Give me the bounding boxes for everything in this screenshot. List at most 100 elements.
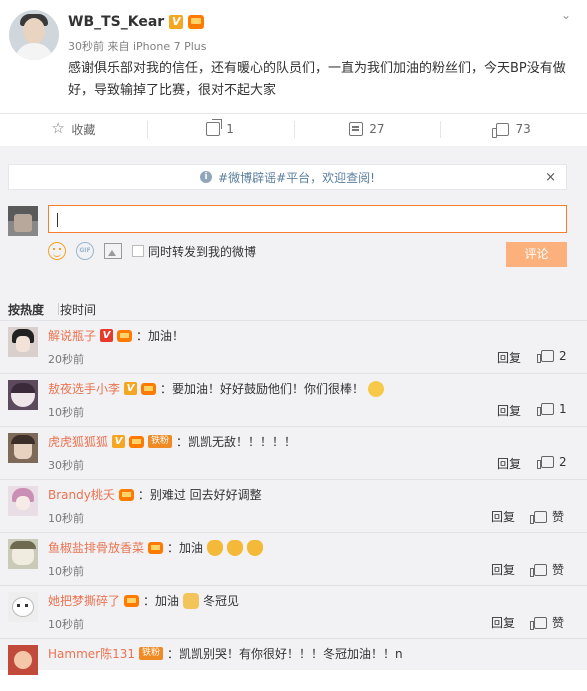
gif-icon[interactable]: GIF [76,242,94,260]
comment-count: 27 [369,122,385,136]
vip-crown-icon [148,541,164,554]
comment-item: 她把梦撕碎了 ：加油 冬冠见 10秒前 回复 赞 [0,585,587,638]
comment-item: 虎虎狐狐狐 V 铁粉 ：凯凯无敌！！！！！ 30秒前 回复 2 [0,426,587,479]
repost-icon [206,122,221,136]
commenter-avatar[interactable] [8,539,38,569]
also-repost-checkbox[interactable] [132,245,144,257]
notice-text[interactable]: #微博辟谣#平台，欢迎查阅! [218,169,375,186]
hug-emoji-icon [368,380,385,397]
cheer-emoji-icon [247,539,264,556]
comment-like-label: 赞 [552,616,565,630]
comment-header: 虎虎狐狐狐 V 铁粉 ：凯凯无敌！！！！！ [48,433,296,450]
thumb-up-icon [537,350,554,363]
star-icon [51,119,65,137]
comment-like-count: 2 [559,455,567,469]
verified-v-icon: V [124,382,138,395]
favorite-label: 收藏 [71,122,96,137]
favorite-button[interactable]: 收藏 [0,114,147,144]
tab-sort-hot[interactable]: 按热度 [8,301,44,318]
comment-text: ：要加油！好好鼓励他们！你们很棒！ [160,382,365,396]
comment-header: 鱼椒盐排骨放香菜 ：加油 [48,539,264,556]
reply-button[interactable]: 回复 [491,561,515,578]
vip-crown-icon [141,382,157,395]
comment-item: Brandy桃夭 ：别难过 回去好好调整 10秒前 回复 赞 [0,479,587,532]
comment-like-label: 赞 [552,563,565,577]
post-action-bar: 收藏 1 27 73 [0,113,587,144]
comment-like-button[interactable]: 赞 [530,614,565,631]
thumb-up-icon [530,616,547,630]
comment-header: 解说瓶子 V ：加油！ [48,327,184,344]
comment-time: 30秒前 [48,459,84,472]
comment-item: 解说瓶子 V ：加油！ 20秒前 回复 2 [0,320,587,373]
comment-item: Hammer陈131 铁粉 ：凯凯别哭！有你很好！！！冬冠加油！！n [0,638,587,691]
comment-time: 10秒前 [48,406,84,419]
vip-crown-icon [118,488,134,501]
reply-button[interactable]: 回复 [491,614,515,631]
comment-button[interactable]: 27 [293,114,441,144]
comment-input[interactable] [48,205,567,233]
repost-button[interactable]: 1 [146,114,294,144]
comment-like-button[interactable]: 赞 [530,508,565,525]
vip-crown-icon [124,594,140,607]
comment-text: ：加油 [167,541,204,555]
comment-like-button[interactable]: 2 [537,349,567,363]
comment-item: 敖夜选手小李 V ：要加油！好好鼓励他们！你们很棒！ 10秒前 回复 1 [0,373,587,426]
commenter-avatar[interactable] [8,433,38,463]
comment-text-tail: 冬冠见 [203,594,240,608]
like-button[interactable]: 73 [440,114,587,144]
vip-crown-icon [117,329,133,342]
vip-crown-icon [129,435,145,448]
commenter-avatar[interactable] [8,592,38,622]
comment-panel: i #微博辟谣#平台，欢迎查阅! × GIF 同时转发到我的微博 评论 按热度 … [0,146,587,675]
tab-sort-time[interactable]: 按时间 [60,301,96,318]
comment-sort-tabs: 按热度 按时间 [8,301,96,318]
close-icon[interactable]: × [545,170,556,185]
commenter-avatar[interactable] [8,380,38,410]
commenter-name[interactable]: 解说瓶子 [48,327,96,344]
comment-like-count: 1 [559,402,567,416]
reply-button[interactable]: 回复 [497,402,521,419]
comment-like-button[interactable]: 2 [537,455,567,469]
post-text: 感谢俱乐部对我的信任，还有暖心的队员们，一直为我们加油的粉丝们，今天BP没有做好… [68,61,566,98]
comment-text: ：凯凯别哭！有你很好！！！冬冠加油！！n [167,647,403,661]
also-repost-label[interactable]: 同时转发到我的微博 [148,243,256,260]
comment-text: ：别难过 回去好好调整 [137,488,262,502]
comment-time: 10秒前 [48,565,84,578]
comment-list: 解说瓶子 V ：加油！ 20秒前 回复 2 敖夜选手小李 V ：要加油！好好鼓励… [0,320,587,691]
commenter-avatar[interactable] [8,327,38,357]
comment-like-count: 2 [559,349,567,363]
commenter-avatar[interactable] [8,645,38,675]
post-meta: 30秒前 来自 iPhone 7 Plus [68,40,207,53]
comment-header: 她把梦撕碎了 ：加油 冬冠见 [48,592,239,609]
comment-like-label: 赞 [552,510,565,524]
comment-icon [349,122,364,136]
commenter-name[interactable]: Brandy桃夭 [48,486,115,503]
comment-like-button[interactable]: 赞 [530,561,565,578]
comment-like-button[interactable]: 1 [537,402,567,416]
reply-button[interactable]: 回复 [491,508,515,525]
commenter-avatar[interactable] [8,486,38,516]
submit-comment-button[interactable]: 评论 [506,242,567,267]
commenter-name[interactable]: 虎虎狐狐狐 [48,433,108,450]
cheer-emoji-icon [227,539,244,556]
reply-button[interactable]: 回复 [497,455,521,472]
reply-button[interactable]: 回复 [497,349,521,366]
comment-toolbar: GIF 同时转发到我的微博 [48,242,256,260]
commenter-name[interactable]: 她把梦撕碎了 [48,592,120,609]
rumor-notice-bar[interactable]: i #微博辟谣#平台，欢迎查阅! × [8,164,567,190]
commenter-name[interactable]: 敖夜选手小李 [48,380,120,397]
comment-header: 敖夜选手小李 V ：要加油！好好鼓励他们！你们很棒！ [48,380,385,397]
author-avatar[interactable] [9,10,59,60]
commenter-name[interactable]: 鱼椒盐排骨放香菜 [48,539,144,556]
chevron-down-icon[interactable]: ⌄ [561,8,571,22]
verified-v-icon: V [112,435,126,448]
fist-emoji-icon [183,592,200,609]
thumb-up-icon [530,510,547,524]
comment-header: Brandy桃夭 ：别难过 回去好好调整 [48,486,262,503]
fan-level-badge: 铁粉 [148,435,173,448]
commenter-name[interactable]: Hammer陈131 [48,645,135,662]
image-icon[interactable] [104,243,122,259]
cheer-emoji-icon [207,539,224,556]
emoji-icon[interactable] [48,242,66,260]
author-name[interactable]: WB_TS_Kear [68,14,164,30]
